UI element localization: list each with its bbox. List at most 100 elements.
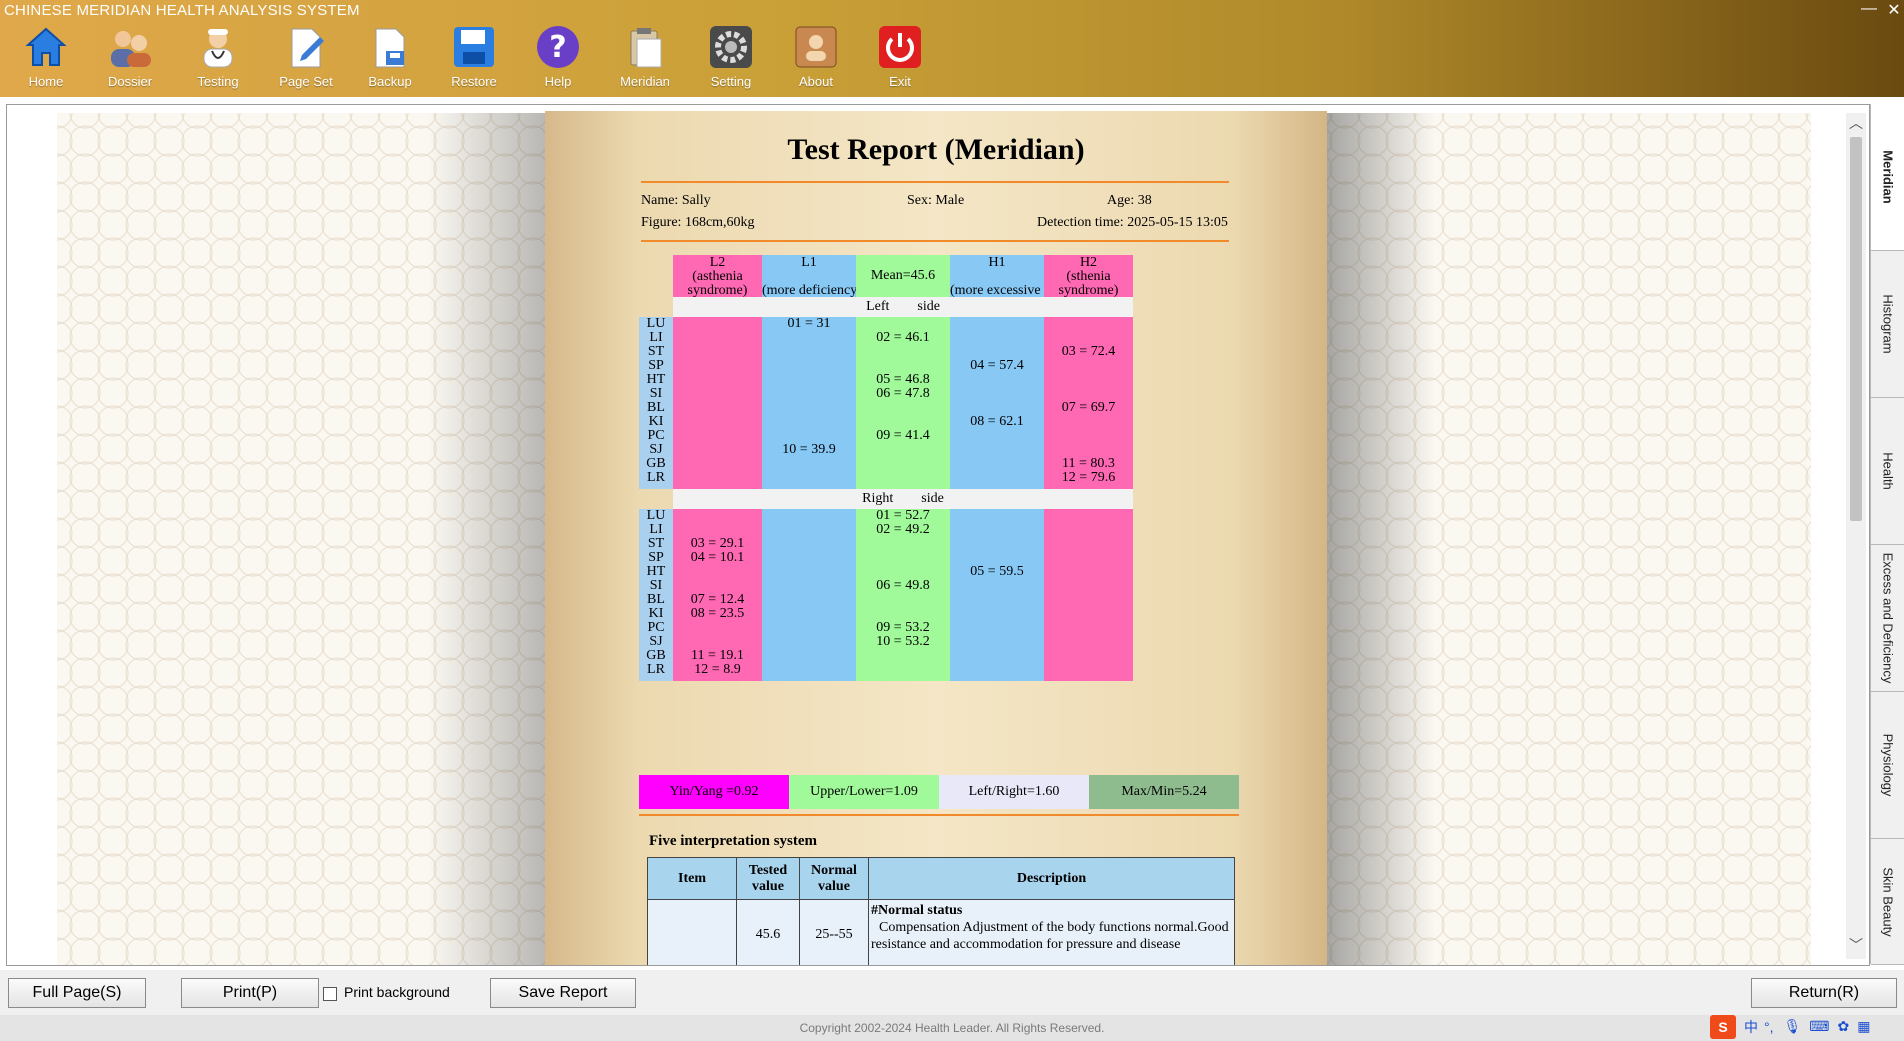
tab-histogram[interactable]: Histogram — [1871, 251, 1904, 398]
meridian-label-gb: GB — [646, 456, 666, 471]
keyboard-icon[interactable]: ⌨ — [1809, 1018, 1829, 1035]
left-value: 10 = 39.9 — [782, 442, 836, 457]
report-title: Test Report (Meridian) — [787, 133, 1085, 166]
toolbar-help-button[interactable]: ? Help — [522, 22, 594, 89]
clipboard-icon — [620, 22, 670, 72]
doctor-icon — [193, 22, 243, 72]
col-normal: Normal value — [799, 857, 869, 900]
meridian-label-pc: PC — [647, 620, 665, 635]
vertical-scrollbar[interactable]: ︿ ﹀ — [1846, 113, 1866, 959]
tab-meridian[interactable]: Meridian — [1871, 104, 1904, 251]
toolbar-testing-button[interactable]: Testing — [182, 22, 254, 89]
ime-logo-icon[interactable]: S — [1710, 1014, 1736, 1039]
meridian-label-st: ST — [647, 536, 665, 551]
left-value: 08 = 62.1 — [970, 414, 1024, 429]
meridian-label-bl: BL — [647, 400, 665, 415]
header-l2-text: (asthenia — [692, 269, 743, 284]
toolbar-dossier-button[interactable]: Dossier — [94, 22, 166, 89]
full-page-button[interactable]: Full Page(S) — [8, 978, 146, 1008]
tab-skin-beauty[interactable]: Skin Beauty — [1871, 839, 1904, 965]
tab-health[interactable]: Health — [1871, 398, 1904, 545]
left-value: 04 = 57.4 — [970, 358, 1024, 373]
left-col-l1 — [762, 317, 856, 489]
right-side-label: Right side — [862, 491, 944, 506]
left-col-h1 — [950, 317, 1044, 489]
header-mean-text: Mean=45.6 — [870, 268, 936, 283]
five-system-title: Five interpretation system — [649, 833, 818, 849]
microphone-icon[interactable]: 🎙 — [1784, 1018, 1802, 1035]
left-value: 12 = 79.6 — [1061, 470, 1116, 485]
max-min-ratio: Max/Min=5.24 — [1089, 775, 1239, 809]
left-value: 03 = 72.4 — [1061, 344, 1116, 359]
meridian-label-sj: SJ — [649, 442, 663, 457]
power-icon — [875, 22, 925, 72]
close-window-button[interactable]: ✕ — [1880, 0, 1904, 20]
patient-sex: Sex: Male — [907, 193, 965, 208]
right-value: 07 = 12.4 — [690, 592, 745, 607]
meridian-label-lr: LR — [647, 470, 665, 485]
minimize-button[interactable]: — — [1855, 0, 1883, 18]
bottom-bar: Full Page(S) Print(P) Print background S… — [0, 970, 1904, 1020]
meridian-label-li: LI — [649, 522, 663, 537]
scroll-up-icon[interactable]: ︿ — [1846, 113, 1866, 133]
meridian-label-si: SI — [649, 578, 663, 593]
patient-name: Name: Sally — [641, 193, 711, 208]
scroll-down-icon[interactable]: ﹀ — [1846, 935, 1866, 955]
toolbar-meridian-button[interactable]: Meridian — [609, 22, 681, 89]
meridian-label-lr: LR — [647, 662, 665, 677]
report-viewer: Test Report (Meridian) Name: Sally Sex: … — [6, 104, 1870, 966]
report-page: Test Report (Meridian) Name: Sally Sex: … — [545, 111, 1327, 965]
right-value: 11 = 19.1 — [691, 648, 744, 663]
meridian-label-pc: PC — [647, 428, 665, 443]
save-report-button[interactable]: Save Report — [490, 978, 636, 1008]
meridian-label-ki: KI — [648, 606, 664, 621]
page-edit-icon — [281, 22, 331, 72]
right-value: 05 = 59.5 — [970, 564, 1024, 579]
header-h1-text: (more excessive ) — [950, 283, 1049, 298]
patient-figure: Figure: 168cm,60kg — [641, 215, 755, 230]
ime-punct[interactable]: °, — [1764, 1019, 1774, 1035]
header-h1-text: H1 — [988, 255, 1006, 270]
header-l1-text: L1 — [801, 255, 817, 270]
meridian-label-ht: HT — [646, 564, 666, 579]
ime-mode[interactable]: 中 — [1744, 1017, 1758, 1037]
toolbar-exit-button[interactable]: Exit — [864, 22, 936, 89]
header-h2-text: (sthenia — [1066, 269, 1111, 284]
meridian-label-si: SI — [649, 386, 663, 401]
right-value: 03 = 29.1 — [690, 536, 745, 551]
report-tabs: Meridian Histogram Health Excess and Def… — [1870, 104, 1904, 965]
left-right-ratio: Left/Right=1.60 — [939, 775, 1089, 809]
left-side-label: Left side — [866, 299, 940, 314]
meridian-label-sp: SP — [648, 550, 664, 565]
print-background-checkbox[interactable] — [323, 987, 337, 1001]
toolbar-about-button[interactable]: About — [780, 22, 852, 89]
detection-time: Detection time: 2025-05-15 13:05 — [1037, 215, 1228, 230]
return-button[interactable]: Return(R) — [1751, 978, 1897, 1008]
home-icon — [21, 22, 71, 72]
meridian-label-lu: LU — [646, 508, 666, 523]
print-button[interactable]: Print(P) — [181, 978, 319, 1008]
tab-excess-deficiency[interactable]: Excess and Deficiency — [1871, 545, 1904, 692]
right-col-h2 — [1044, 509, 1133, 681]
header-l1-text: (more deficiency) — [762, 283, 862, 298]
toolbar-restore-button[interactable]: Restore — [438, 22, 510, 89]
toolbar-pageset-button[interactable]: Page Set — [270, 22, 342, 89]
meridian-label-ht: HT — [646, 372, 666, 387]
left-value: 06 = 47.8 — [876, 386, 930, 401]
apps-icon[interactable]: ▦ — [1857, 1018, 1870, 1035]
left-col-l2 — [673, 317, 762, 489]
left-value: 07 = 69.7 — [1061, 400, 1116, 415]
right-value: 06 = 49.8 — [876, 578, 930, 593]
row-normal: 25--55 — [799, 899, 869, 965]
col-description: Description — [868, 857, 1235, 900]
right-value: 01 = 52.7 — [876, 508, 930, 523]
toolbar-backup-button[interactable]: Backup — [354, 22, 426, 89]
app-title: CHINESE MERIDIAN HEALTH ANALYSIS SYSTEM — [4, 2, 360, 19]
toolbar-setting-button[interactable]: Setting — [695, 22, 767, 89]
tab-physiology[interactable]: Physiology — [1871, 692, 1904, 839]
toolbar-home-button[interactable]: Home — [10, 22, 82, 89]
left-value: 01 = 31 — [787, 316, 831, 331]
skin-icon[interactable]: ✿ — [1838, 1018, 1850, 1035]
scroll-thumb[interactable] — [1850, 137, 1862, 521]
backup-icon — [365, 22, 415, 72]
